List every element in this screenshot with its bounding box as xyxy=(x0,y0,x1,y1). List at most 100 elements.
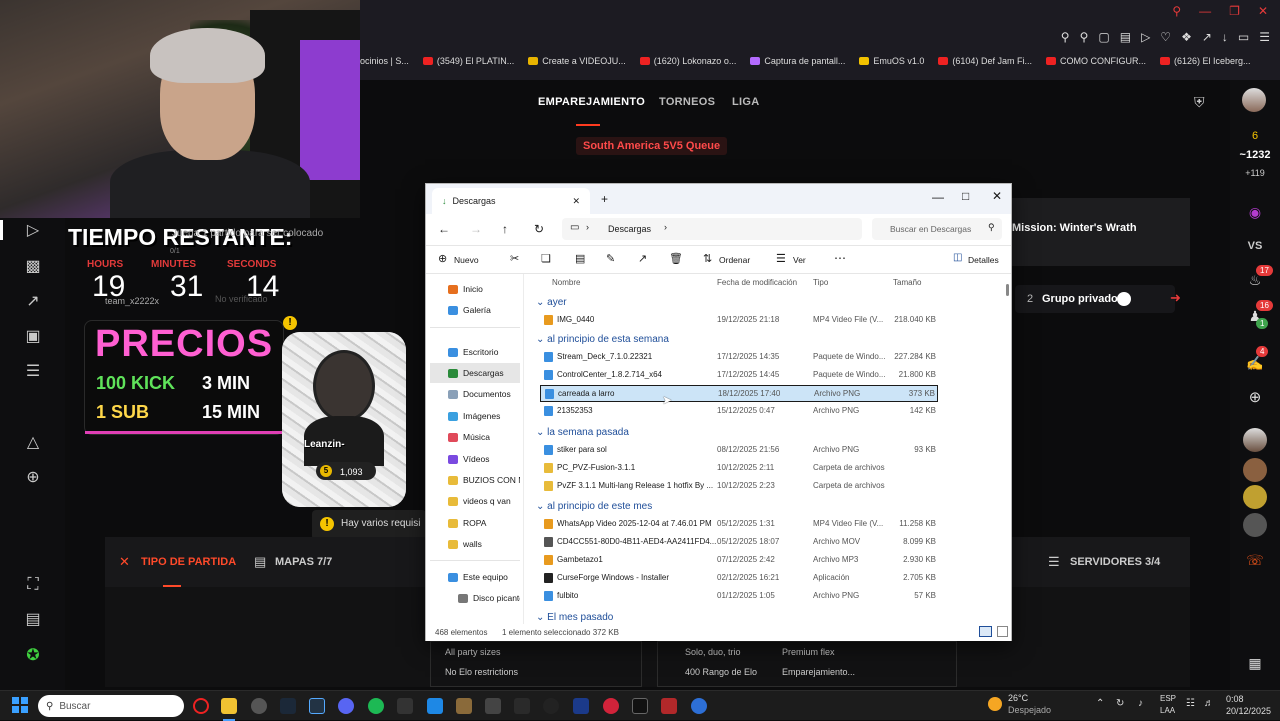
nav-folder[interactable]: walls xyxy=(430,534,520,554)
tab-maps[interactable]: MAPAS 7/7 xyxy=(275,556,332,568)
close-tab-icon[interactable]: ✕ xyxy=(572,196,580,207)
path-segment[interactable]: Descargas xyxy=(608,224,651,234)
nav-this-pc[interactable]: Este equipo xyxy=(430,567,520,587)
heart-icon[interactable]: ♡ xyxy=(1160,30,1171,44)
new-tab-icon[interactable]: + xyxy=(601,192,608,206)
leave-icon[interactable]: ➜ xyxy=(1170,290,1181,306)
column-date[interactable]: Fecha de modificación xyxy=(717,278,797,287)
toggle-knob[interactable] xyxy=(1117,292,1131,306)
app-icon[interactable] xyxy=(632,698,648,714)
clock-date[interactable]: 20/12/2025 xyxy=(1226,706,1271,716)
nav-downloads[interactable]: Descargas xyxy=(430,363,520,383)
nav-videos[interactable]: Vídeos xyxy=(430,449,520,469)
queue-badge[interactable]: South America 5V5 Queue xyxy=(576,137,728,155)
restore-icon[interactable]: ❐ xyxy=(1229,4,1240,18)
shield-icon[interactable]: ⛨ xyxy=(1194,94,1205,111)
file-row[interactable]: fulbito 01/12/2025 1:05 Archivo PNG 57 KB xyxy=(540,588,938,605)
bookmark[interactable]: (6126) El Iceberg... xyxy=(1159,56,1251,66)
add-icon[interactable]: ⊕ xyxy=(22,467,44,489)
hub-icon[interactable]: ▦ xyxy=(1243,655,1267,672)
group-header[interactable]: ⌄ al principio de este mes xyxy=(536,501,652,512)
back-icon[interactable]: ← xyxy=(438,222,450,236)
zoom-icon[interactable]: ⚲ xyxy=(1061,30,1070,44)
file-row[interactable]: Gambetazo1 07/12/2025 2:42 Archivo MP3 2.93… xyxy=(540,552,938,569)
explorer-tab[interactable]: ↓ Descargas ✕ xyxy=(432,188,590,214)
expand-icon[interactable]: ⛶ xyxy=(22,574,44,596)
tab-tournaments[interactable]: TORNEOS xyxy=(659,96,715,108)
share-icon[interactable]: ↗ xyxy=(638,252,647,265)
search-box[interactable]: Buscar en Descargas ⚲ xyxy=(872,218,1002,240)
scrollbar-thumb[interactable] xyxy=(1006,284,1009,296)
app-icon[interactable] xyxy=(397,698,413,714)
cut-icon[interactable]: ✂ xyxy=(510,252,519,265)
nav-folder[interactable]: videos q van xyxy=(430,491,520,511)
sort-button[interactable]: Ordenar xyxy=(719,255,750,265)
group-toggle[interactable]: 2 Grupo privado ➜ xyxy=(1015,285,1181,313)
column-size[interactable]: Tamaño xyxy=(893,278,921,287)
discord-icon[interactable] xyxy=(338,698,354,714)
app-icon[interactable] xyxy=(309,698,325,714)
taskbar-search[interactable]: ⚲ Buscar xyxy=(38,695,184,717)
bookmark[interactable]: Create a VIDEOJU... xyxy=(528,56,626,66)
nav-folder[interactable]: ROPA xyxy=(430,513,520,533)
app-icon[interactable] xyxy=(543,698,559,714)
opera-icon[interactable] xyxy=(193,698,209,714)
bookmark[interactable]: (3549) El PLATIN... xyxy=(422,56,514,66)
menu-icon[interactable]: ☰ xyxy=(1259,30,1270,44)
friend-avatar[interactable] xyxy=(1243,485,1267,509)
spotify-icon[interactable] xyxy=(368,698,384,714)
tab-league[interactable]: LIGA xyxy=(732,96,759,108)
chart-icon[interactable]: ↗ xyxy=(22,291,44,313)
requirements-warning[interactable]: ! Hay varios requisi xyxy=(312,510,426,540)
bookmark[interactable]: COMO CONFIGUR... xyxy=(1045,56,1146,66)
minimize-icon[interactable]: — xyxy=(932,190,944,204)
app-icon[interactable] xyxy=(485,698,501,714)
details-button[interactable]: Detalles xyxy=(968,255,999,265)
details-view-icon[interactable] xyxy=(979,626,992,637)
friend-avatar[interactable] xyxy=(1243,458,1267,482)
circle-icon[interactable]: ◉ xyxy=(1243,204,1267,221)
clock-time[interactable]: 0:08 xyxy=(1226,694,1244,704)
view-button[interactable]: Ver xyxy=(793,255,806,265)
weather[interactable]: Despejado xyxy=(1008,705,1051,715)
notes-icon[interactable] xyxy=(427,698,443,714)
shop-icon[interactable]: △ xyxy=(22,432,44,454)
maximize-icon[interactable]: □ xyxy=(962,189,969,203)
add-icon[interactable]: ⊕ xyxy=(1243,388,1267,406)
copy-icon[interactable]: ❏ xyxy=(541,252,551,265)
nav-home[interactable]: Inicio xyxy=(430,279,520,299)
forward-icon[interactable]: → xyxy=(470,222,482,236)
wifi-icon[interactable]: ☷ xyxy=(1186,698,1195,709)
group-header[interactable]: ⌄ la semana pasada xyxy=(536,427,629,438)
column-name[interactable]: Nombre xyxy=(552,278,580,287)
file-row[interactable]: WhatsApp Video 2025-12-04 at 7.46.01 PM 0… xyxy=(540,516,938,533)
nav-pictures[interactable]: Imágenes xyxy=(430,406,520,426)
mission-panel[interactable]: Mission: Winter's Wrath xyxy=(1000,198,1190,266)
file-row[interactable]: 21352353 15/12/2025 0:47 Archivo PNG 142 KB xyxy=(540,403,938,420)
star-icon[interactable]: ✪ xyxy=(22,645,44,667)
app-icon[interactable] xyxy=(251,698,267,714)
chat-icon[interactable]: ✍ xyxy=(1243,355,1267,372)
headset-icon[interactable]: ☏ xyxy=(1243,552,1267,569)
pin-icon[interactable]: ⚲ xyxy=(1080,30,1089,44)
video-icon[interactable]: ▣ xyxy=(22,326,44,348)
bookmark[interactable]: EmuOS v1.0 xyxy=(859,56,924,66)
tab-match-type[interactable]: TIPO DE PARTIDA xyxy=(141,556,236,568)
new-button[interactable]: Nuevo xyxy=(454,255,479,265)
search-icon[interactable]: ⚲ xyxy=(1172,4,1181,18)
file-row[interactable]: PvZF 3.1.1 Multi-lang Release 1 hotfix B… xyxy=(540,478,938,495)
nav-folder[interactable]: BUZIOS CON M xyxy=(430,470,520,490)
nav-desktop[interactable]: Escritorio xyxy=(430,342,520,362)
tab-matchmaking[interactable]: EMPAREJAMIENTO xyxy=(538,96,645,108)
versus-button[interactable]: VS xyxy=(1243,240,1267,252)
avatar[interactable] xyxy=(1242,88,1266,112)
bookmark[interactable]: (1620) Lokonazo o... xyxy=(639,56,736,66)
file-row[interactable]: PC_PVZ-Fusion-3.1.1 10/12/2025 2:11 Carpet… xyxy=(540,460,938,477)
screenshot-icon[interactable]: ▢ xyxy=(1098,30,1109,44)
more-icon[interactable]: ⋯ xyxy=(834,251,846,265)
delete-icon[interactable]: 🗑 xyxy=(669,252,683,265)
tiles-view-icon[interactable] xyxy=(997,626,1008,637)
windows-start-icon[interactable] xyxy=(12,697,28,713)
nav-music[interactable]: Música xyxy=(430,427,520,447)
file-row[interactable]: CurseForge Windows - Installer 02/12/2025… xyxy=(540,570,938,587)
